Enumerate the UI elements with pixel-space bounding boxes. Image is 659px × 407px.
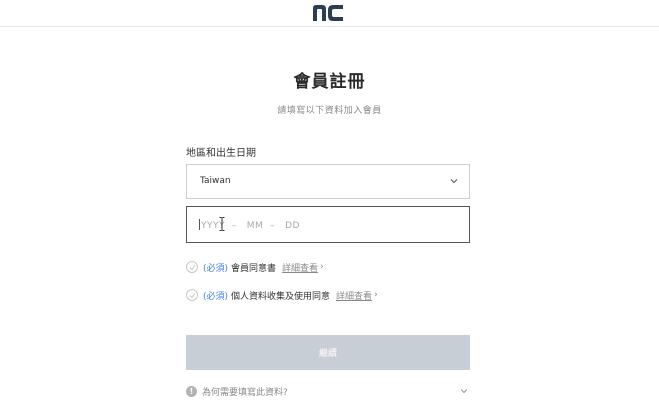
country-select-value: Taiwan bbox=[200, 176, 231, 186]
chevron-down-icon bbox=[450, 179, 458, 184]
info-icon: ! bbox=[186, 385, 197, 397]
ibeam-cursor-icon bbox=[219, 217, 225, 231]
required-tag: (必須) bbox=[203, 263, 229, 274]
nc-logo[interactable] bbox=[311, 3, 345, 23]
privacy-checkbox[interactable] bbox=[186, 289, 198, 301]
page-subtitle: 請填寫以下資料加入會員 bbox=[277, 106, 382, 116]
agreement-label: 個人資料收集及使用同意 bbox=[231, 291, 331, 302]
faq-label: 為何需要填寫此資料? bbox=[202, 387, 288, 398]
birthdate-placeholder: YYYY – MM – DD bbox=[201, 221, 300, 231]
agreement-label: 會員同意書 bbox=[231, 263, 277, 274]
continue-button[interactable]: 繼續 bbox=[186, 335, 470, 370]
check-icon bbox=[189, 293, 196, 299]
agreement-row-privacy: (必須) 個人資料收集及使用同意 詳細查看 › bbox=[186, 287, 378, 303]
text-caret bbox=[199, 219, 200, 230]
required-tag: (必須) bbox=[203, 291, 229, 302]
chevron-down-icon bbox=[460, 389, 468, 394]
check-icon bbox=[189, 265, 196, 271]
page-title: 會員註冊 bbox=[293, 72, 366, 92]
birthdate-input[interactable]: YYYY – MM – DD bbox=[186, 206, 470, 243]
top-header bbox=[0, 0, 659, 27]
terms-checkbox[interactable] bbox=[186, 261, 198, 273]
region-birthdate-label: 地區和出生日期 bbox=[186, 148, 256, 159]
privacy-details-link[interactable]: 詳細查看 bbox=[336, 289, 372, 302]
country-select[interactable]: Taiwan bbox=[186, 164, 470, 199]
agreement-row-terms: (必須) 會員同意書 詳細查看 › bbox=[186, 259, 324, 275]
chevron-right-icon: › bbox=[320, 262, 324, 272]
terms-details-link[interactable]: 詳細查看 bbox=[282, 261, 318, 274]
faq-toggle[interactable]: ! 為何需要填寫此資料? bbox=[186, 384, 470, 398]
chevron-right-icon: › bbox=[374, 290, 378, 300]
birthdate-placeholder-wrap: YYYY – MM – DD bbox=[199, 219, 300, 231]
